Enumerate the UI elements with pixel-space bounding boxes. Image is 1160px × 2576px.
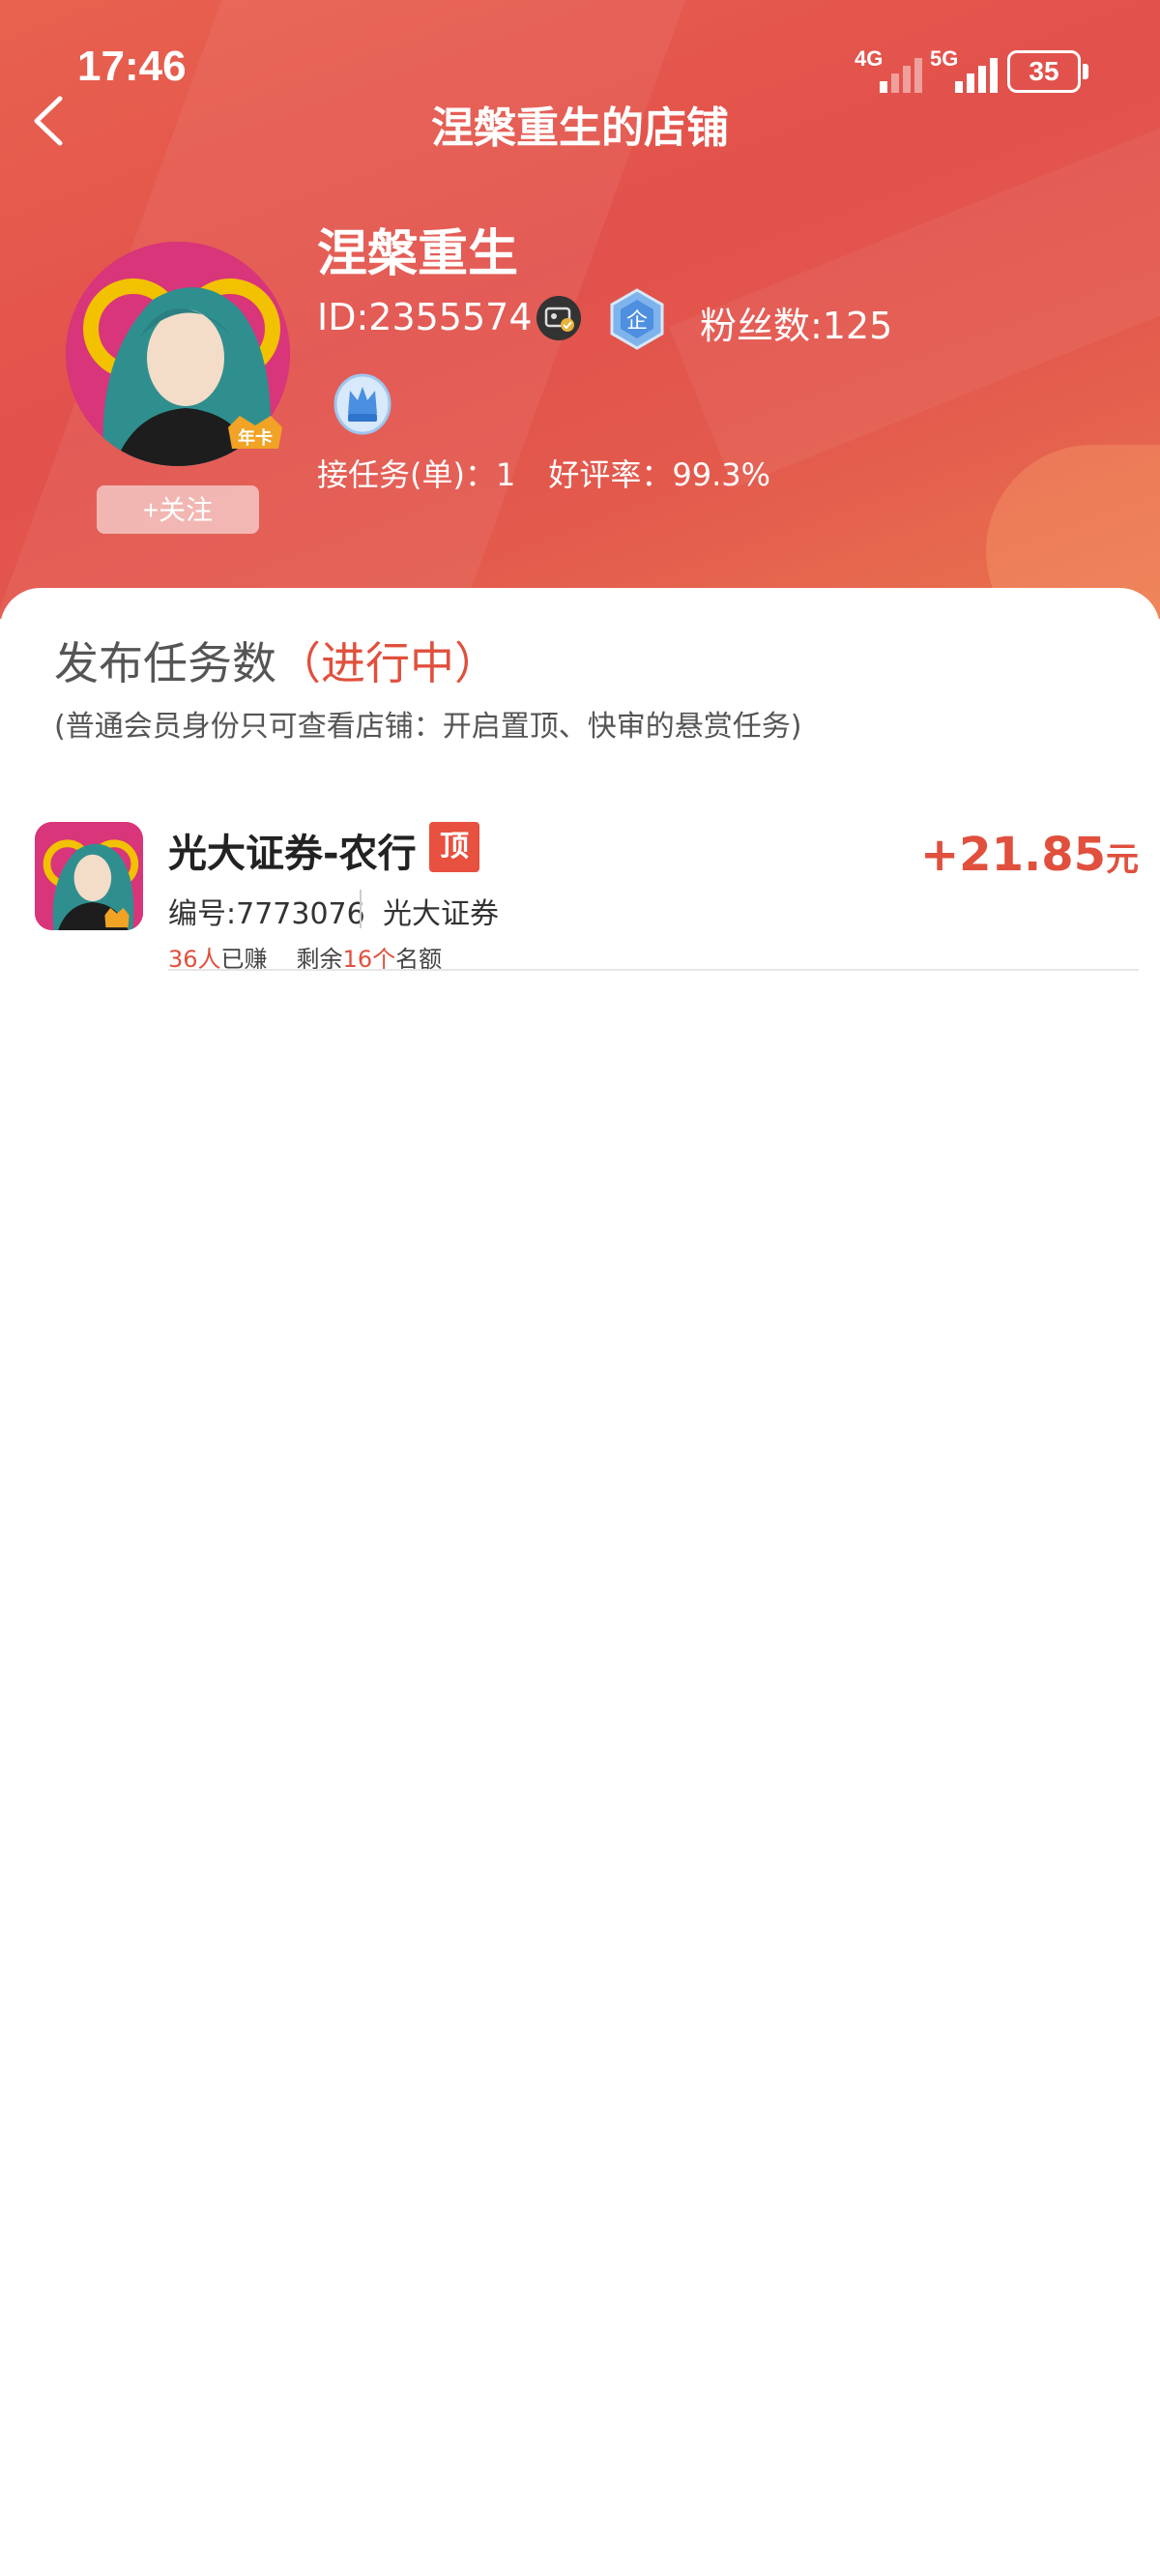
task-item[interactable]: 光大证券-农行 顶 编号:7773076 光大证券 36人已赚 剩余16个名额 +… bbox=[0, 810, 1160, 975]
chevron-left-icon bbox=[34, 96, 63, 146]
status-time: 17:46 bbox=[77, 43, 187, 90]
svg-text:年卡: 年卡 bbox=[238, 427, 273, 449]
shop-id: ID:2355574 bbox=[317, 296, 533, 338]
rating: 好评率：99.3% bbox=[548, 456, 771, 493]
shop-header: 17:46 4G 5G 35 涅槃重生的店铺 年卡 +关注 涅槃重生 ID:23… bbox=[0, 0, 1160, 619]
crown-badge-icon bbox=[334, 373, 392, 435]
content-card: 发布任务数（进行中） (普通会员身份只可查看店铺：开启置顶、快审的悬赏任务) 光… bbox=[0, 588, 1160, 2576]
fans-count: 粉丝数:125 bbox=[700, 305, 893, 347]
task-name: 光大证券-农行 bbox=[168, 832, 417, 876]
enterprise-badge-icon: 企 bbox=[610, 288, 664, 350]
id-card-verified-icon bbox=[536, 296, 581, 340]
section-title: 发布任务数（进行中） bbox=[54, 637, 499, 689]
section-status: （进行中） bbox=[276, 637, 499, 689]
battery-icon: 35 bbox=[1007, 50, 1088, 93]
back-button[interactable] bbox=[21, 87, 79, 155]
pinned-badge: 顶 bbox=[429, 822, 479, 872]
divider bbox=[360, 890, 362, 928]
shop-name: 涅槃重生 bbox=[317, 225, 519, 283]
shop-stats: 接任务(单)：1 好评率：99.3% bbox=[317, 451, 770, 495]
task-reward: +21.85元 bbox=[919, 828, 1139, 882]
task-code: 编号:7773076 bbox=[168, 897, 365, 931]
svg-text:企: 企 bbox=[626, 309, 648, 334]
annual-card-badge: 年卡 bbox=[228, 416, 282, 449]
divider bbox=[168, 969, 1139, 971]
page-title: 涅槃重生的店铺 bbox=[431, 103, 729, 153]
tasks-taken: 接任务(单)：1 bbox=[317, 456, 516, 493]
task-thumbnail bbox=[35, 822, 143, 930]
section-note: (普通会员身份只可查看店铺：开启置顶、快审的悬赏任务) bbox=[54, 710, 802, 744]
task-category: 光大证券 bbox=[383, 897, 499, 931]
follow-button[interactable]: +关注 bbox=[97, 485, 259, 534]
